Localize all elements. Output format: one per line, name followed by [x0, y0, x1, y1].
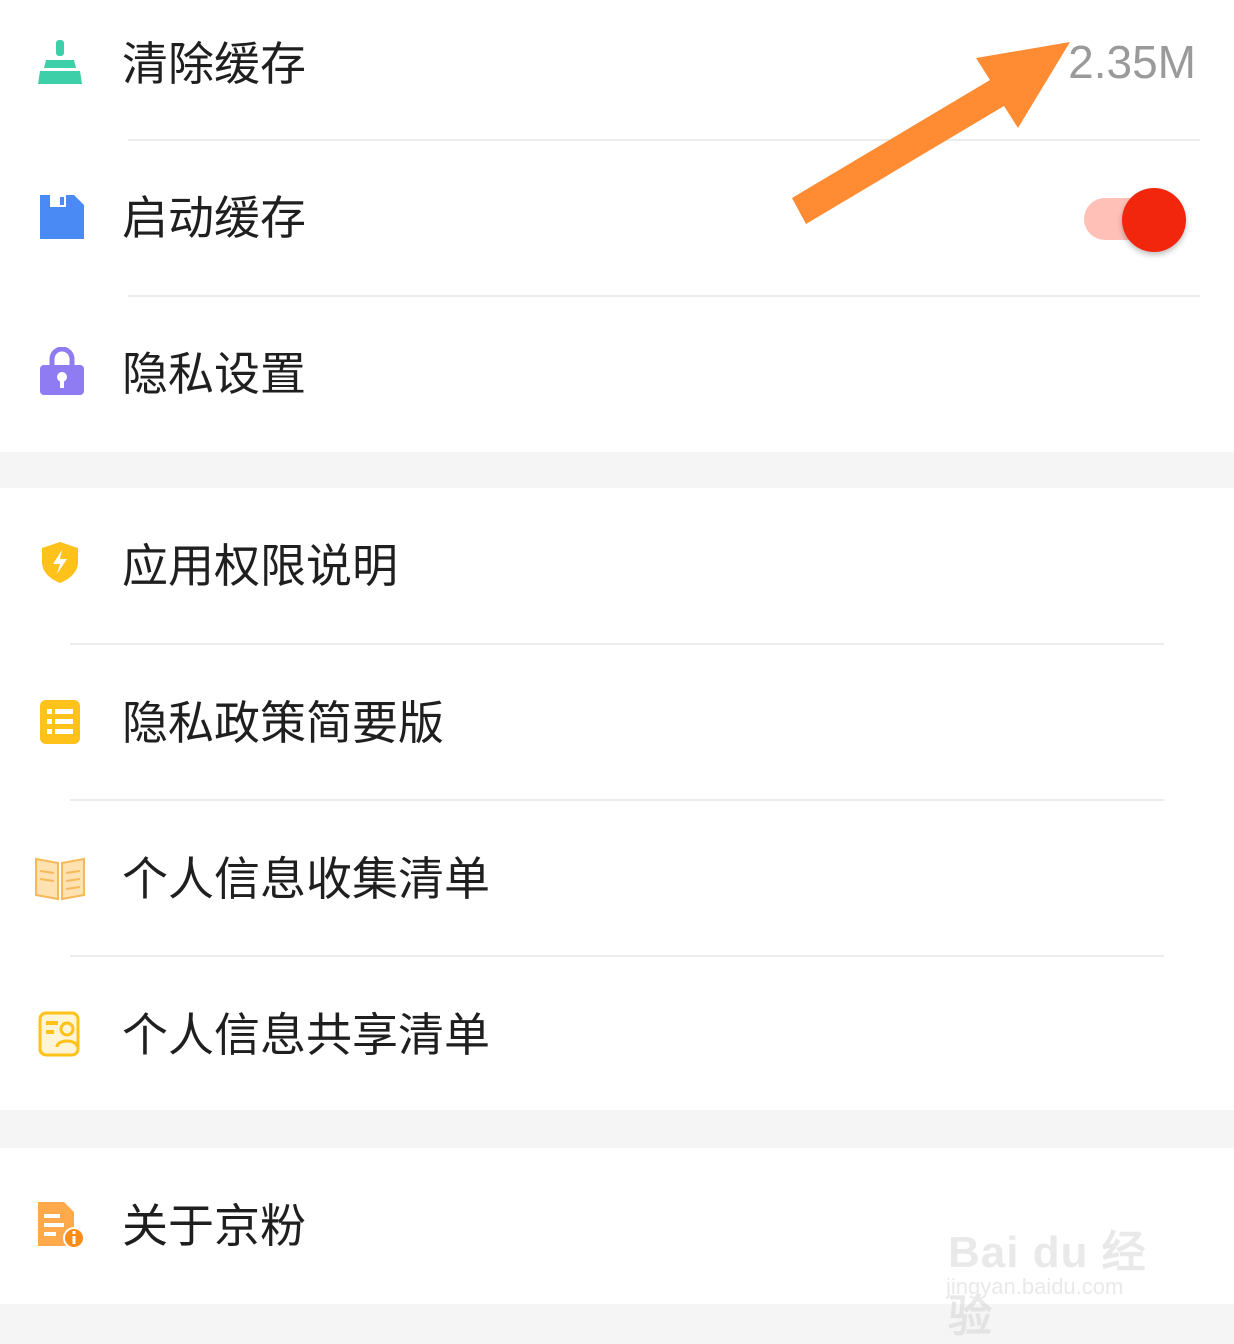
startup-cache-label: 启动缓存	[122, 191, 306, 245]
personal-info-collection-row[interactable]: 个人信息收集清单	[0, 801, 1234, 955]
lock-icon	[40, 347, 84, 395]
app-permissions-row[interactable]: 应用权限说明	[0, 488, 1234, 643]
settings-group-privacy: 应用权限说明 隐私政策简要版 个人信息收集清单 个人信息共享清单	[0, 488, 1234, 1110]
broom-icon	[38, 40, 82, 84]
privacy-settings-row[interactable]: 隐私设置	[0, 297, 1234, 452]
personal-info-sharing-label: 个人信息共享清单	[122, 1008, 490, 1062]
cache-size-value: 2.35M	[1068, 36, 1196, 88]
toggle-knob	[1122, 188, 1186, 252]
clear-cache-label: 清除缓存	[122, 37, 306, 91]
about-label: 关于京粉	[122, 1199, 306, 1253]
watermark-url: jingyan.baidu.com	[946, 1274, 1124, 1299]
privacy-policy-brief-label: 隐私政策简要版	[122, 696, 444, 750]
baidu-watermark: Bai du 经验 jingyan.baidu.com	[940, 1198, 1180, 1341]
shield-icon	[42, 542, 78, 583]
annotation-arrow-icon	[792, 42, 1070, 224]
privacy-settings-label: 隐私设置	[122, 347, 306, 401]
personal-info-sharing-row[interactable]: 个人信息共享清单	[0, 957, 1234, 1110]
list-icon	[40, 700, 80, 744]
contact-card-icon	[38, 1011, 80, 1057]
app-permissions-label: 应用权限说明	[122, 539, 398, 593]
startup-cache-toggle[interactable]	[1084, 188, 1188, 252]
personal-info-collection-label: 个人信息收集清单	[122, 852, 490, 906]
document-info-icon	[38, 1202, 85, 1249]
floppy-disk-icon	[40, 195, 84, 239]
book-icon	[35, 857, 85, 901]
privacy-policy-brief-row[interactable]: 隐私政策简要版	[0, 645, 1234, 799]
